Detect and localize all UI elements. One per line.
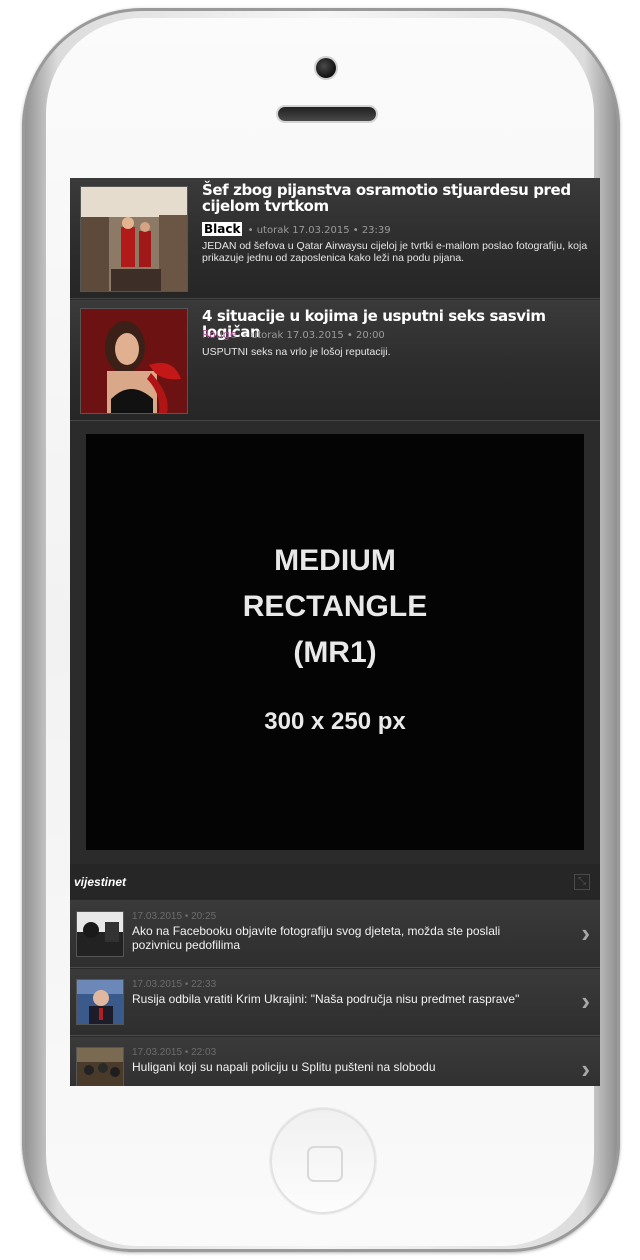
ad-label: MEDIUM (274, 544, 396, 577)
article-meta: Rouge • utorak 17.03.2015 • 20:00 (202, 328, 385, 341)
camera-icon (316, 58, 336, 78)
article-thumbnail[interactable] (80, 308, 188, 414)
chevron-right-icon[interactable]: › (581, 1055, 590, 1083)
news-title[interactable]: Huligani koji su napali policiju u Split… (132, 1060, 552, 1074)
ad-size: 300 x 250 px (264, 708, 406, 735)
chevron-right-icon[interactable]: › (581, 987, 590, 1015)
article-date: • utorak 17.03.2015 • 23:39 (247, 225, 391, 236)
category-badge[interactable]: Black (202, 222, 243, 236)
article-excerpt: USPUTNI seks na vrlo je lošoj reputaciji… (202, 346, 391, 358)
article-title[interactable]: Šef zbog pijanstva osramotio stjuardesu … (202, 182, 594, 214)
news-title[interactable]: Rusija odbila vratiti Krim Ukrajini: "Na… (132, 992, 552, 1006)
home-square-icon (307, 1146, 343, 1182)
news-time: 17.03.2015 • 22:33 (132, 979, 217, 990)
news-time: 17.03.2015 • 22:03 (132, 1047, 217, 1058)
news-item[interactable]: 17.03.2015 • 20:25 Ako na Facebooku obja… (70, 901, 600, 968)
news-widget-header: vijestinet ⤡ (70, 864, 600, 901)
article-excerpt: JEDAN od šefova u Qatar Airwaysu cijeloj… (202, 240, 588, 264)
phone-screen: Šef zbog pijanstva osramotio stjuardesu … (70, 178, 600, 1086)
speaker-grille (278, 107, 376, 121)
news-thumbnail[interactable] (76, 979, 124, 1025)
news-thumbnail[interactable] (76, 1047, 124, 1086)
news-time: 17.03.2015 • 20:25 (132, 911, 217, 922)
article-thumbnail[interactable] (80, 186, 188, 292)
article-item[interactable]: Šef zbog pijanstva osramotio stjuardesu … (70, 178, 600, 299)
expand-icon[interactable]: ⤡ (574, 874, 590, 890)
article-date: • utorak 17.03.2015 • 20:00 (241, 330, 385, 341)
news-item[interactable]: 17.03.2015 • 22:03 Huligani koji su napa… (70, 1037, 600, 1086)
category-badge[interactable]: Rouge (202, 328, 237, 341)
ad-label: RECTANGLE (242, 590, 428, 623)
news-widget-title[interactable]: vijestinet (74, 875, 126, 889)
news-thumbnail[interactable] (76, 911, 124, 957)
chevron-right-icon[interactable]: › (581, 919, 590, 947)
ad-label: (MR1) (293, 636, 377, 669)
ad-placeholder[interactable]: MEDIUM RECTANGLE (MR1) 300 x 250 px (86, 434, 584, 850)
news-item[interactable]: 17.03.2015 • 22:33 Rusija odbila vratiti… (70, 969, 600, 1036)
news-title[interactable]: Ako na Facebooku objavite fotografiju sv… (132, 924, 552, 952)
article-item[interactable]: 4 situacije u kojima je usputni seks sas… (70, 300, 600, 421)
article-meta: Black • utorak 17.03.2015 • 23:39 (202, 222, 391, 236)
